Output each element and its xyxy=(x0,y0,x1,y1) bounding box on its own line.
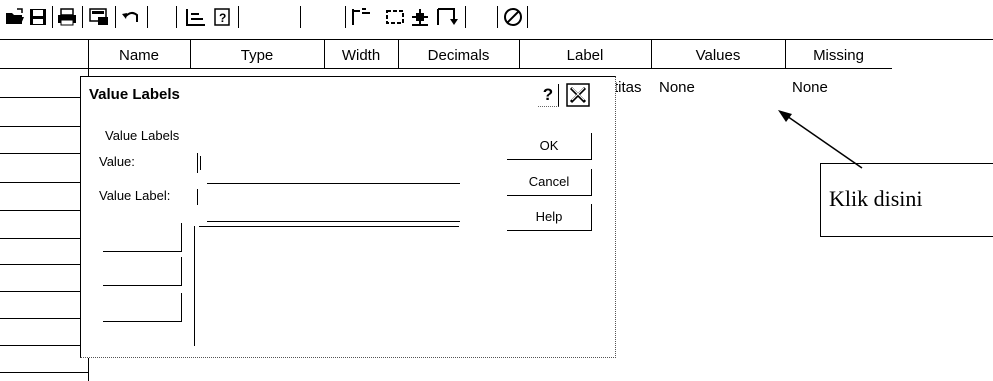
value-labels-dialog: Value Labels ? Value Labels Value: Value… xyxy=(80,76,616,358)
goto-case-icon[interactable] xyxy=(182,6,208,28)
cell-values[interactable]: None xyxy=(659,79,695,97)
value-labels-list-border xyxy=(194,226,195,346)
column-header-decimals[interactable]: Decimals xyxy=(398,45,519,67)
row-line xyxy=(0,210,88,211)
toolbar-separator xyxy=(115,6,116,28)
insert-case-icon[interactable] xyxy=(349,6,375,28)
dialog-recall-icon[interactable] xyxy=(88,6,112,28)
row-line xyxy=(0,264,88,265)
value-input-border xyxy=(197,153,198,173)
toolbar-separator xyxy=(52,6,53,28)
toolbar-separator xyxy=(527,6,528,28)
dialog-title: Value Labels xyxy=(89,86,180,103)
insert-variable-icon[interactable] xyxy=(384,6,406,28)
row-line xyxy=(0,318,88,319)
column-header-missing[interactable]: Missing xyxy=(785,45,892,67)
save-icon[interactable] xyxy=(28,6,48,28)
ok-button[interactable]: OK xyxy=(507,133,592,160)
toolbar-separator xyxy=(82,6,83,28)
column-header-values[interactable]: Values xyxy=(651,45,785,67)
row-line xyxy=(0,291,88,292)
value-labels-group-label: Value Labels xyxy=(105,128,180,143)
toolbar-separator xyxy=(465,6,466,28)
toolbar-separator xyxy=(176,6,177,28)
row-line xyxy=(0,126,88,127)
value-field-label: Value: xyxy=(99,154,135,169)
column-header-width[interactable]: Width xyxy=(324,45,398,67)
help-button[interactable]: Help xyxy=(507,204,592,231)
value-input[interactable] xyxy=(207,183,460,184)
row-line xyxy=(0,97,88,98)
change-button[interactable] xyxy=(103,257,182,286)
value-labels-icon[interactable] xyxy=(501,6,525,28)
remove-button[interactable] xyxy=(103,293,182,322)
column-header-label[interactable]: Label xyxy=(519,45,651,67)
annotation-callout: Klik disini xyxy=(820,163,993,237)
print-icon[interactable] xyxy=(56,6,78,28)
toolbar: ? xyxy=(0,0,993,40)
split-file-icon[interactable] xyxy=(408,6,432,28)
close-icon[interactable] xyxy=(566,83,590,107)
toolbar-separator xyxy=(300,6,301,28)
column-header-type[interactable]: Type xyxy=(190,45,324,67)
weight-cases-icon[interactable] xyxy=(435,6,459,28)
toolbar-separator xyxy=(345,6,346,28)
value-labels-list[interactable] xyxy=(199,226,459,227)
undo-icon[interactable] xyxy=(119,6,143,28)
header-bottom-border xyxy=(0,68,892,69)
value-label-input-border xyxy=(197,189,198,205)
add-button[interactable] xyxy=(103,223,182,252)
column-header-name[interactable]: Name xyxy=(88,45,190,67)
row-line xyxy=(0,238,88,239)
value-label-input[interactable] xyxy=(207,221,460,222)
cell-missing[interactable]: None xyxy=(792,79,828,97)
row-line xyxy=(0,372,88,373)
toolbar-separator xyxy=(147,6,148,28)
cell-label-fragment[interactable]: titas xyxy=(614,79,642,97)
help-icon[interactable]: ? xyxy=(538,84,559,107)
value-label-field-label: Value Label: xyxy=(99,188,171,203)
cancel-button[interactable]: Cancel xyxy=(507,169,592,196)
svg-text:?: ? xyxy=(219,11,226,25)
toolbar-separator xyxy=(497,6,498,28)
variables-icon[interactable]: ? xyxy=(212,6,234,28)
toolbar-separator xyxy=(238,6,239,28)
row-line xyxy=(0,182,88,183)
value-input-cursor xyxy=(200,156,201,170)
row-line xyxy=(0,345,88,346)
open-icon[interactable] xyxy=(4,6,26,28)
row-line xyxy=(0,153,88,154)
grid-top-border xyxy=(0,39,993,40)
